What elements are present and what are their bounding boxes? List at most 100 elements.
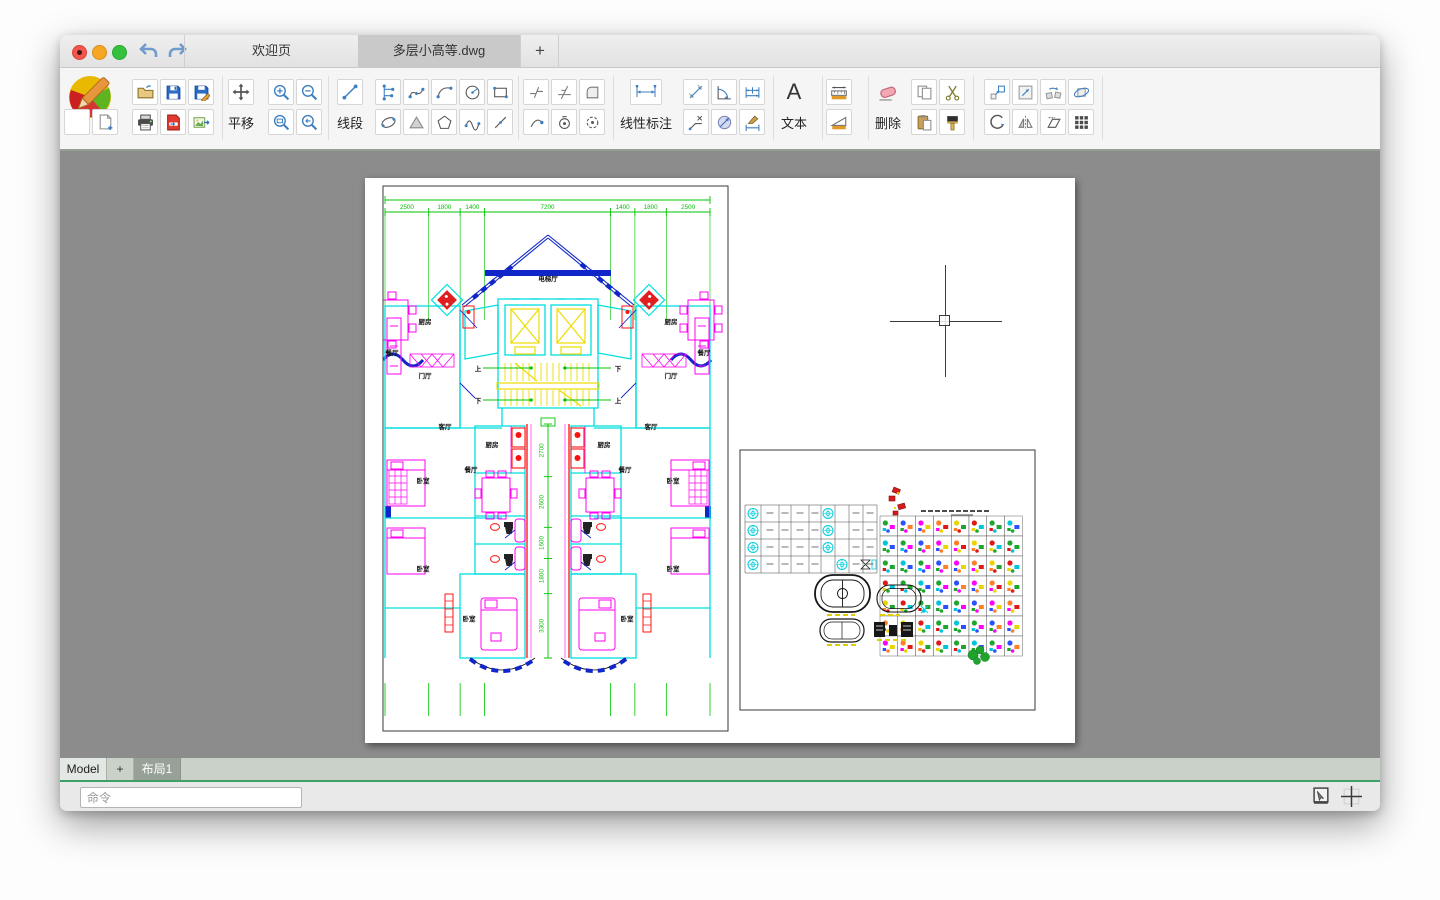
measure-area-button[interactable] (826, 109, 852, 135)
triangle-button[interactable] (403, 109, 429, 135)
ordinate-dim-icon (688, 115, 702, 130)
save-as-icon (194, 85, 210, 101)
stair-label: 下 (475, 397, 482, 405)
command-input[interactable] (80, 787, 302, 808)
arc-edit-icon (530, 119, 544, 127)
print-button[interactable] (132, 109, 158, 135)
undo-icon (139, 43, 158, 57)
new-tab-button[interactable]: + (522, 35, 558, 67)
arc-button[interactable] (431, 79, 457, 105)
polyline-button[interactable] (375, 79, 401, 105)
delete-button[interactable] (875, 79, 901, 105)
room-label: 门厅 (665, 371, 679, 380)
title-bar: 欢迎页 多层小高等.dwg + (60, 35, 1380, 68)
zoom-out-button[interactable] (296, 79, 322, 105)
new-file-icon (99, 114, 112, 130)
export-image-button[interactable] (188, 109, 214, 135)
ellipse-button[interactable] (375, 109, 401, 135)
room-label: 卧室 (621, 614, 635, 623)
command-bar (60, 782, 1380, 811)
tab-layout1[interactable]: 布局1 (134, 758, 181, 780)
continue-dim-button[interactable] (739, 79, 765, 105)
tab-model[interactable]: Model (60, 758, 107, 780)
cut-button[interactable] (939, 79, 965, 105)
rectangle-button[interactable] (487, 79, 513, 105)
minimize-button[interactable] (92, 45, 107, 60)
drawing-canvas[interactable]: 2500 1800 1400 7200 1400 1800 2500 2700 2600 1600… (60, 151, 1380, 758)
zoom-window-button[interactable] (268, 109, 294, 135)
region-button[interactable] (579, 79, 605, 105)
revcloud-button[interactable] (579, 109, 605, 135)
polygon-button[interactable] (431, 109, 457, 135)
zoom-previous-button[interactable] (296, 109, 322, 135)
svg-text:1400: 1400 (465, 204, 480, 211)
crosshair-toggle-button[interactable] (1341, 786, 1362, 807)
spline-icon (408, 87, 424, 98)
orbit-3d-button[interactable] (1068, 79, 1094, 105)
mirror-icon (1017, 115, 1033, 129)
room-label: 电梯厅 (538, 274, 558, 283)
orbit-3d-icon (1073, 87, 1089, 97)
new-file-button[interactable] (92, 109, 118, 135)
array-icon (1074, 115, 1088, 129)
format-painter-button[interactable] (939, 109, 965, 135)
select-mode-button[interactable] (1312, 786, 1331, 807)
text-button[interactable]: A (781, 79, 807, 105)
diameter-dim-button[interactable] (711, 109, 737, 135)
circle-button[interactable] (459, 79, 485, 105)
move-icon (990, 85, 1005, 99)
break-button[interactable] (523, 79, 549, 105)
add-layout-button[interactable]: + (107, 758, 134, 780)
pan-button[interactable] (228, 79, 254, 105)
export-pdf-button[interactable] (160, 109, 186, 135)
copy-button[interactable] (911, 79, 937, 105)
room-label: 厨房 (665, 317, 679, 326)
rotate-copy-button[interactable] (1040, 79, 1066, 105)
room-label: 客厅 (438, 422, 453, 431)
dwg-drawing: 2500 1800 1400 7200 1400 1800 2500 2700 2600 1600… (382, 185, 1036, 732)
room-label: 客厅 (644, 422, 659, 431)
save-button[interactable] (160, 79, 186, 105)
eraser-icon (879, 86, 896, 101)
mirror-button[interactable] (1012, 109, 1038, 135)
dim-style-button[interactable] (739, 109, 765, 135)
curve-button[interactable] (459, 109, 485, 135)
angular-dim-button[interactable] (711, 79, 737, 105)
measure-length-button[interactable] (826, 79, 852, 105)
blank-button[interactable] (64, 109, 90, 135)
line-button[interactable] (337, 79, 363, 105)
open-file-button[interactable] (132, 79, 158, 105)
aligned-dim-button[interactable] (683, 79, 709, 105)
move-button[interactable] (984, 79, 1010, 105)
rotate-button[interactable] (984, 109, 1010, 135)
save-as-button[interactable] (188, 79, 214, 105)
arc-edit-button[interactable] (523, 109, 549, 135)
tab-welcome[interactable]: 欢迎页 (184, 35, 358, 67)
paper-sheet[interactable]: 2500 1800 1400 7200 1400 1800 2500 2700 2600 1600… (365, 178, 1075, 743)
spline-button[interactable] (403, 79, 429, 105)
scale-icon (1018, 85, 1032, 99)
undo-button[interactable] (136, 40, 160, 62)
donut-button[interactable] (551, 109, 577, 135)
room-label: 餐厅 (464, 465, 479, 474)
svg-text:1600: 1600 (539, 535, 546, 550)
zoom-in-button[interactable] (268, 79, 294, 105)
svg-text:1800: 1800 (539, 569, 546, 584)
trim-button[interactable] (551, 79, 577, 105)
zoom-button[interactable] (112, 45, 127, 60)
room-label: 门厅 (419, 371, 433, 380)
stretch-icon (1046, 116, 1061, 128)
linear-dim-button[interactable] (630, 79, 662, 105)
measure-area-icon (830, 116, 847, 130)
room-label: 卧室 (463, 614, 477, 623)
app-window: 欢迎页 多层小高等.dwg + 平移 线段 线性标注 A 文本 删除 2500 … (60, 35, 1380, 811)
ordinate-dim-button[interactable] (683, 109, 709, 135)
zoom-window-icon (273, 114, 289, 130)
stretch-button[interactable] (1040, 109, 1066, 135)
scale-button[interactable] (1012, 79, 1038, 105)
tab-drawing-active[interactable]: 多层小高等.dwg (358, 35, 520, 67)
paste-button[interactable] (911, 109, 937, 135)
close-button[interactable] (72, 45, 87, 60)
array-button[interactable] (1068, 109, 1094, 135)
ray-button[interactable] (487, 109, 513, 135)
